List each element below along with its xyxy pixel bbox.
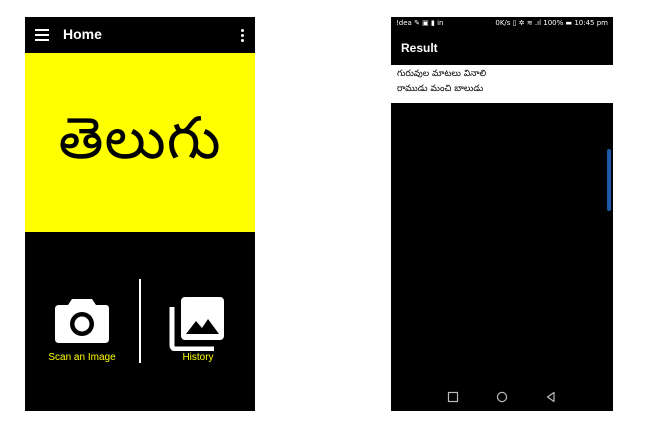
scrollbar[interactable] [607, 149, 611, 211]
back-icon[interactable] [545, 391, 557, 403]
result-line: రాముడు మంచి బాలుడు [397, 84, 484, 94]
app-bar: Home [25, 17, 255, 53]
status-bar: !dea ✎ ▣ ▮ in 0K/s ▯ ✲ ≋ .ıl 100% ▬ 10:4… [391, 17, 613, 29]
result-text-area[interactable]: గురువుల మాటలు వినాలి రాముడు మంచి బాలుడు [391, 65, 613, 103]
navigation-bar [391, 383, 613, 411]
home-icon[interactable] [496, 391, 508, 403]
banner-text: తెలుగు [58, 104, 222, 172]
scan-label: Scan an Image [48, 352, 116, 363]
status-left: !dea ✎ ▣ ▮ in [396, 19, 444, 27]
page-title: Result [401, 41, 438, 55]
camera-icon [55, 299, 109, 343]
home-screen: Home తెలుగు Scan an Image History [25, 17, 255, 411]
page-title: Home [63, 26, 102, 42]
menu-icon[interactable] [35, 29, 49, 41]
result-screen: !dea ✎ ▣ ▮ in 0K/s ▯ ✲ ≋ .ıl 100% ▬ 10:4… [391, 17, 613, 411]
photo-library-icon [169, 297, 224, 351]
telugu-banner: తెలుగు [25, 53, 255, 232]
history-button[interactable]: History [143, 295, 253, 363]
scan-image-button[interactable]: Scan an Image [27, 295, 137, 363]
app-bar: Result [391, 29, 613, 65]
divider [139, 279, 141, 363]
more-vert-icon[interactable] [241, 29, 244, 44]
history-label: History [182, 352, 214, 363]
status-right: 0K/s ▯ ✲ ≋ .ıl 100% ▬ 10:45 pm [495, 19, 608, 27]
result-line: గురువుల మాటలు వినాలి [397, 69, 487, 79]
recent-apps-icon[interactable] [447, 391, 459, 403]
